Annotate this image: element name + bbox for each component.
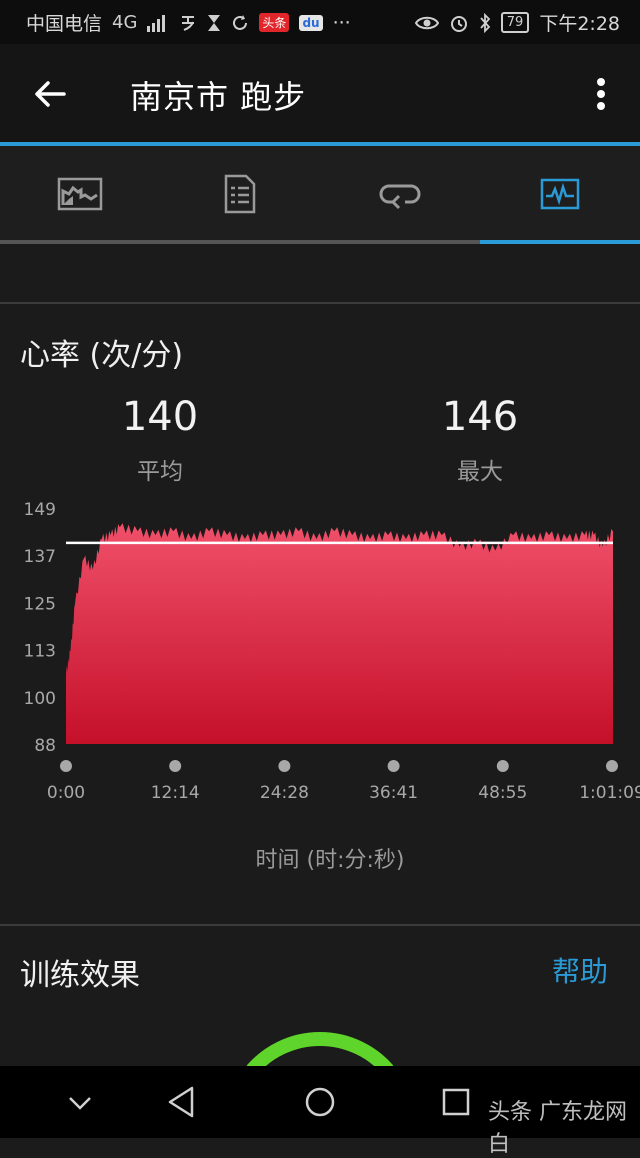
avg-heart-rate-label: 平均 [137,459,183,485]
tab-charts[interactable] [480,146,640,242]
training-effect-title: 训练效果 [20,958,140,993]
x-tick-dot [278,760,291,772]
app-bar: 南京市 跑步 [0,44,640,142]
battery-indicator: 79 [500,12,530,33]
tab-map[interactable] [0,146,160,242]
max-heart-rate-value: 146 [441,394,519,440]
details-document-icon [224,174,256,214]
heart-rate-area [66,523,613,744]
more-notifications-icon: ··· [332,11,351,34]
sync-icon [233,14,248,30]
divider [0,302,640,304]
signal-icon [147,14,166,32]
home-circle-icon[interactable] [298,1080,342,1124]
carrier-label: 中国电信 [26,13,103,35]
x-axis-title: 时间 (时:分:秒) [255,848,405,873]
overflow-menu-icon[interactable] [586,74,616,114]
watermark: 头条 广东龙网 白 [488,1100,627,1157]
activity-graph-icon [540,178,580,210]
hourglass-icon [208,14,221,31]
toutiao-icon: 头条 [259,13,290,32]
y-tick-label: 125 [24,594,56,614]
baidu-icon: du [299,14,323,31]
eye-comfort-icon [414,16,439,29]
tab-active-indicator [480,240,640,244]
heart-rate-title: 心率 (次/分) [20,338,184,373]
heart-rate-chart: 149 137 125 113 100 88 0:00 12:14 24:28 36:41 48:… [24,500,640,803]
x-tick-dot [60,760,72,772]
training-effect-gauge [246,1031,394,1066]
y-tick-label: 113 [24,642,56,662]
alarm-icon [450,15,467,32]
clock: 下午2:28 [539,13,620,35]
pay-icon [182,15,195,31]
help-link[interactable]: 帮助 [552,950,608,990]
tab-laps[interactable] [320,146,480,242]
y-tick-label: 88 [34,736,56,756]
divider [0,924,640,926]
y-tick-label: 149 [24,500,56,520]
tab-bar [0,146,640,242]
recents-square-icon[interactable] [434,1080,478,1124]
x-tick-dot [169,760,182,772]
x-tick-label: 12:14 [151,783,200,803]
tab-details[interactable] [160,146,320,242]
map-chart-icon [57,177,103,211]
avg-heart-rate-value: 140 [121,394,199,440]
back-triangle-icon[interactable] [160,1080,204,1124]
bluetooth-icon [480,12,491,33]
y-tick-label: 137 [24,547,56,567]
x-tick-label: 36:41 [369,783,418,803]
x-tick-label: 1:01:09 [579,783,640,803]
page-title: 南京市 跑步 [130,78,307,116]
network-type: 4G [112,12,138,33]
x-tick-dot [387,760,400,772]
status-bar: 中国电信 4G 头条 du ··· 79 下午2:28 [0,0,640,44]
y-tick-label: 100 [24,689,56,709]
hide-nav-chevron-icon[interactable] [58,1080,102,1124]
x-tick-dot [496,760,509,772]
laps-loop-icon [379,184,421,210]
x-tick-label: 0:00 [47,783,85,803]
x-tick-dot [606,760,618,772]
back-arrow-icon[interactable] [30,74,70,114]
x-tick-label: 24:28 [260,783,309,803]
max-heart-rate-label: 最大 [457,459,503,485]
x-tick-label: 48:55 [478,783,527,803]
